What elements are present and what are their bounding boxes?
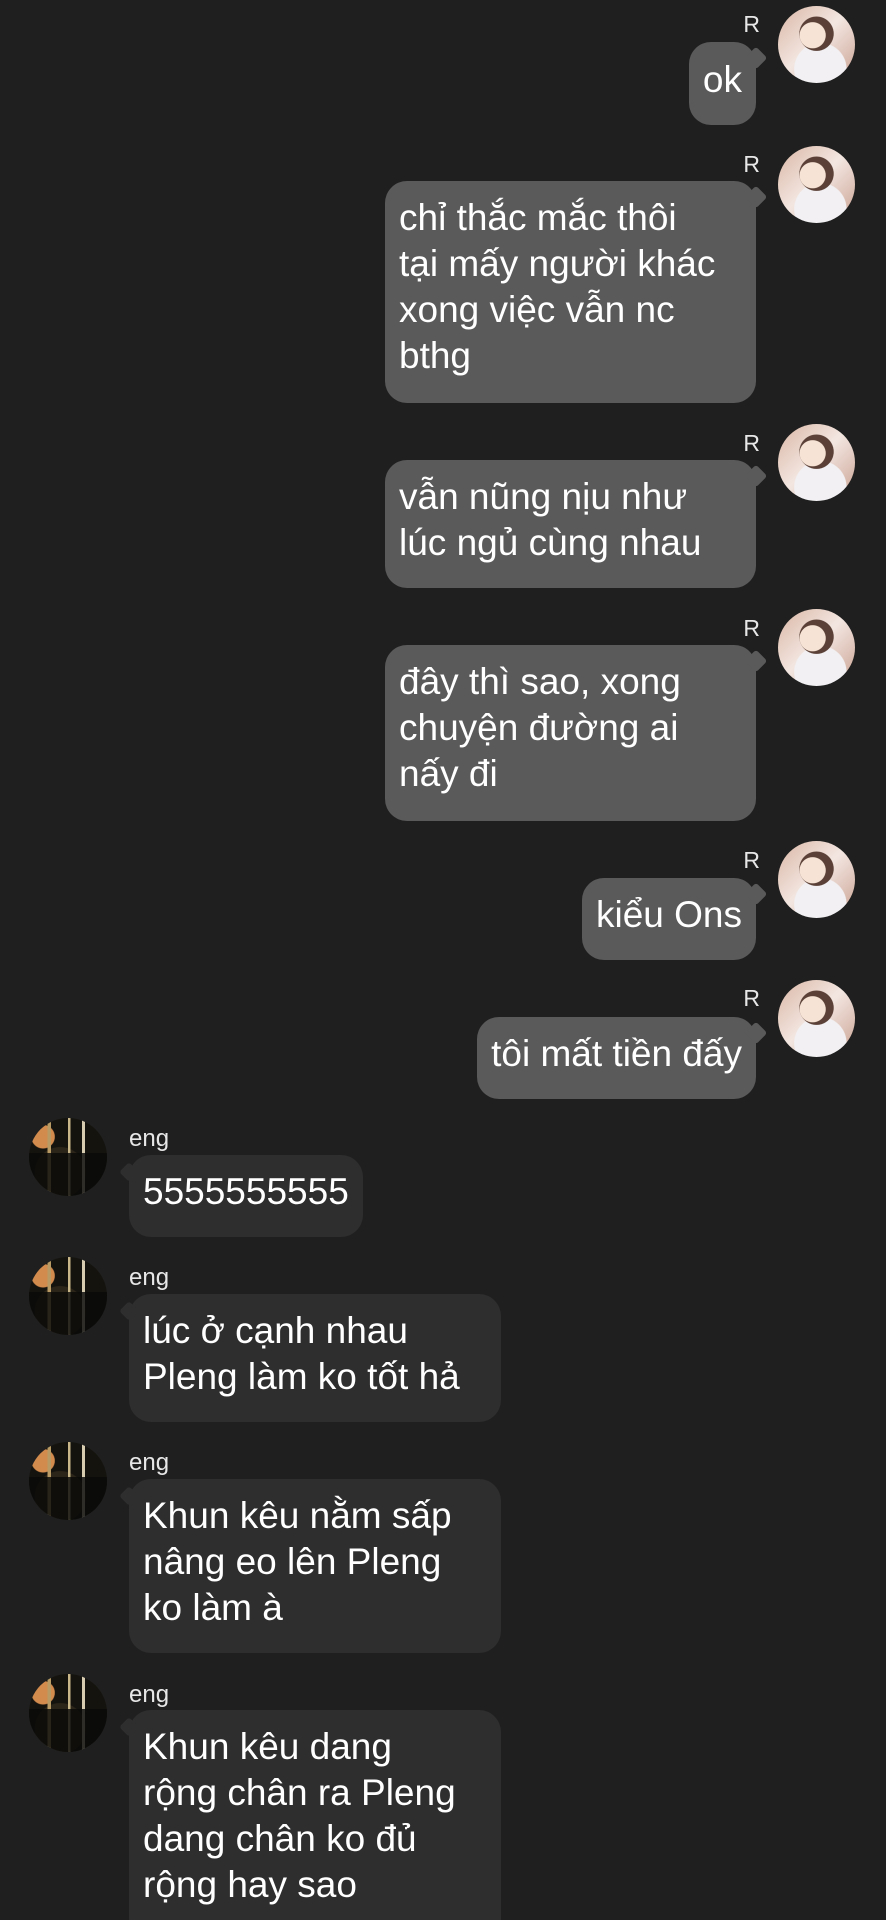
sender-name: eng [129,1449,170,1476]
sender-name: eng [129,1264,170,1291]
avatar[interactable] [29,1118,107,1196]
message-bubble[interactable]: lúc ở cạnh nhau Pleng làm ko tốt hả [129,1294,501,1422]
message-bubble[interactable]: tôi mất tiền đấy [477,1017,756,1099]
avatar[interactable] [778,146,855,223]
sender-name: eng [129,1681,170,1708]
avatar[interactable] [778,424,855,501]
message-bubble[interactable]: đây thì sao, xong chuyện đường ai nấy đi [385,645,756,821]
chat-screen: R ok R chỉ thắc mắc thôi tại mấy người k… [0,0,886,1920]
sender-name: R [743,615,760,641]
avatar[interactable] [778,841,855,918]
message-bubble[interactable]: chỉ thắc mắc thôi tại mấy người khác xon… [385,181,756,403]
sender-name: R [743,430,760,456]
avatar[interactable] [778,980,855,1057]
avatar[interactable] [29,1442,107,1520]
message-bubble[interactable]: vẫn nũng nịu như lúc ngủ cùng nhau [385,460,756,588]
avatar[interactable] [29,1257,107,1335]
sender-name: eng [129,1125,170,1152]
message-bubble[interactable]: kiểu Ons [581,878,756,960]
sender-name: R [743,985,760,1011]
avatar[interactable] [778,6,855,83]
message-bubble[interactable]: ok [688,42,756,125]
avatar[interactable] [29,1674,107,1752]
sender-name: R [743,151,760,177]
message-bubble[interactable]: Khun kêu dang rộng chân ra Pleng dang ch… [129,1710,501,1920]
sender-name: R [743,847,760,873]
message-bubble[interactable]: Khun kêu nằm sấp nâng eo lên Pleng ko là… [129,1479,501,1653]
avatar[interactable] [778,609,855,686]
sender-name: R [743,11,760,37]
message-bubble[interactable]: 5555555555 [129,1155,363,1237]
